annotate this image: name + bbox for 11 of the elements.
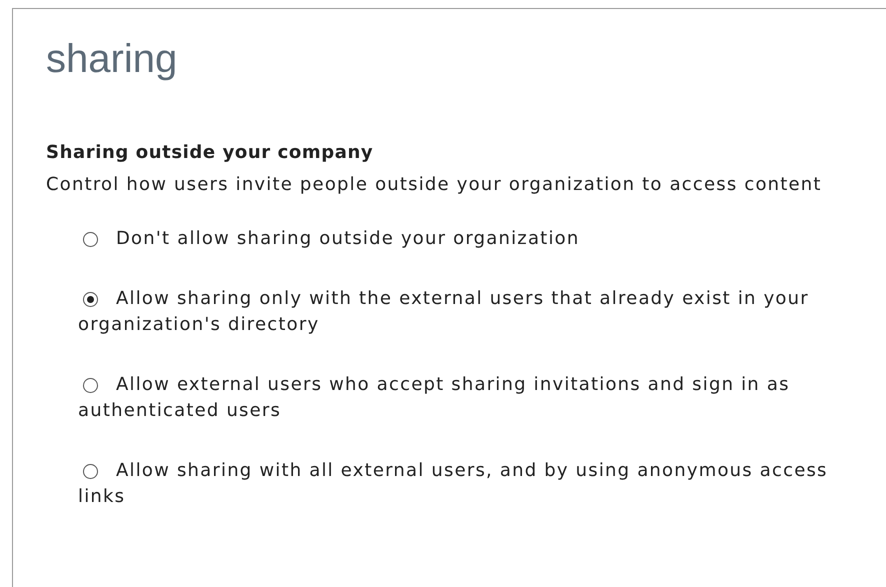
radio-button[interactable] [83, 464, 98, 479]
option-label[interactable]: Allow external users who accept sharing invitations and sign in as authenticated users [78, 372, 853, 424]
section-heading: Sharing outside your company [46, 142, 374, 164]
option-label[interactable]: Allow sharing only with the external users that already exist in your organization's directory [78, 286, 853, 338]
option-label[interactable]: Don't allow sharing outside your organization [78, 226, 853, 252]
section-description: Control how users invite people outside your organization to access content [46, 174, 823, 196]
radio-button[interactable] [83, 378, 98, 393]
radio-button[interactable] [83, 232, 98, 247]
option-label[interactable]: Allow sharing with all external users, and by using anonymous access links [78, 458, 853, 510]
radio-button[interactable] [83, 292, 98, 307]
page-title: sharing [46, 36, 178, 83]
